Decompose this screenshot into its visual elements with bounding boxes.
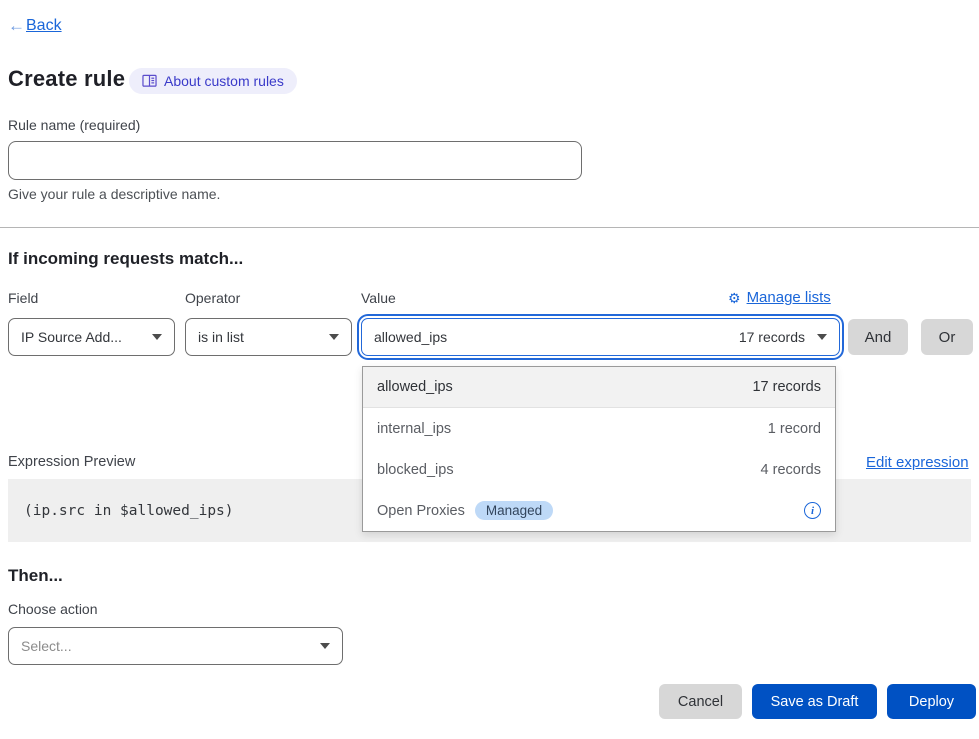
cancel-button[interactable]: Cancel: [659, 684, 742, 719]
edit-expression-link[interactable]: Edit expression: [866, 454, 969, 471]
expression-code: (ip.src in $allowed_ips): [8, 503, 234, 519]
field-select-value: IP Source Add...: [21, 329, 142, 345]
or-button[interactable]: Or: [921, 319, 973, 355]
back-link[interactable]: ←Back: [8, 16, 62, 36]
list-option-name: allowed_ips: [377, 379, 453, 395]
manage-lists-link[interactable]: ⚙ Manage lists: [728, 289, 831, 306]
list-option-name: blocked_ips: [377, 462, 454, 478]
list-option-allowed-ips[interactable]: allowed_ips 17 records: [363, 367, 835, 408]
choose-action-label: Choose action: [8, 601, 98, 617]
back-arrow-icon: ←: [8, 16, 25, 36]
page-title: Create rule: [8, 66, 125, 92]
rule-name-label: Rule name (required): [8, 117, 140, 133]
value-label: Value: [361, 290, 396, 306]
rule-name-input[interactable]: [8, 141, 582, 180]
field-select[interactable]: IP Source Add...: [8, 318, 175, 356]
expression-preview-label: Expression Preview: [8, 454, 135, 470]
operator-select-value: is in list: [198, 329, 319, 345]
action-select[interactable]: Select...: [8, 627, 343, 665]
manage-lists-label: Manage lists: [747, 289, 831, 306]
about-custom-rules-label: About custom rules: [164, 73, 284, 89]
chevron-down-icon: [320, 643, 330, 649]
then-section-heading: Then...: [8, 566, 63, 586]
list-option-record-count: 4 records: [761, 462, 821, 478]
value-select[interactable]: allowed_ips 17 records: [361, 318, 840, 356]
section-divider: [0, 227, 979, 228]
managed-badge: Managed: [475, 501, 553, 520]
list-option-open-proxies[interactable]: Open Proxies Managed i: [363, 490, 835, 531]
and-button[interactable]: And: [848, 319, 908, 355]
save-as-draft-button[interactable]: Save as Draft: [752, 684, 877, 719]
operator-label: Operator: [185, 290, 240, 306]
list-option-blocked-ips[interactable]: blocked_ips 4 records: [363, 449, 835, 490]
chevron-down-icon: [329, 334, 339, 340]
lists-dropdown: allowed_ips 17 records internal_ips 1 re…: [362, 366, 836, 532]
list-option-name: internal_ips: [377, 421, 451, 437]
gear-icon: ⚙: [728, 291, 741, 305]
info-icon[interactable]: i: [804, 502, 821, 519]
value-select-record-count: 17 records: [739, 329, 807, 345]
book-icon: [142, 74, 157, 88]
chevron-down-icon: [152, 334, 162, 340]
list-option-name: Open Proxies: [377, 503, 465, 519]
field-label: Field: [8, 290, 38, 306]
match-section-heading: If incoming requests match...: [8, 249, 243, 269]
operator-select[interactable]: is in list: [185, 318, 352, 356]
list-option-record-count: 1 record: [768, 421, 821, 437]
create-rule-page: ←Back Create rule About custom rules Rul…: [0, 0, 979, 739]
action-select-placeholder: Select...: [21, 638, 310, 654]
list-option-record-count: 17 records: [752, 379, 821, 395]
deploy-button[interactable]: Deploy: [887, 684, 976, 719]
about-custom-rules-link[interactable]: About custom rules: [129, 68, 297, 94]
list-option-internal-ips[interactable]: internal_ips 1 record: [363, 408, 835, 449]
chevron-down-icon: [817, 334, 827, 340]
value-select-value: allowed_ips: [374, 329, 447, 345]
rule-name-help-text: Give your rule a descriptive name.: [8, 186, 220, 202]
back-link-label: Back: [26, 17, 62, 35]
